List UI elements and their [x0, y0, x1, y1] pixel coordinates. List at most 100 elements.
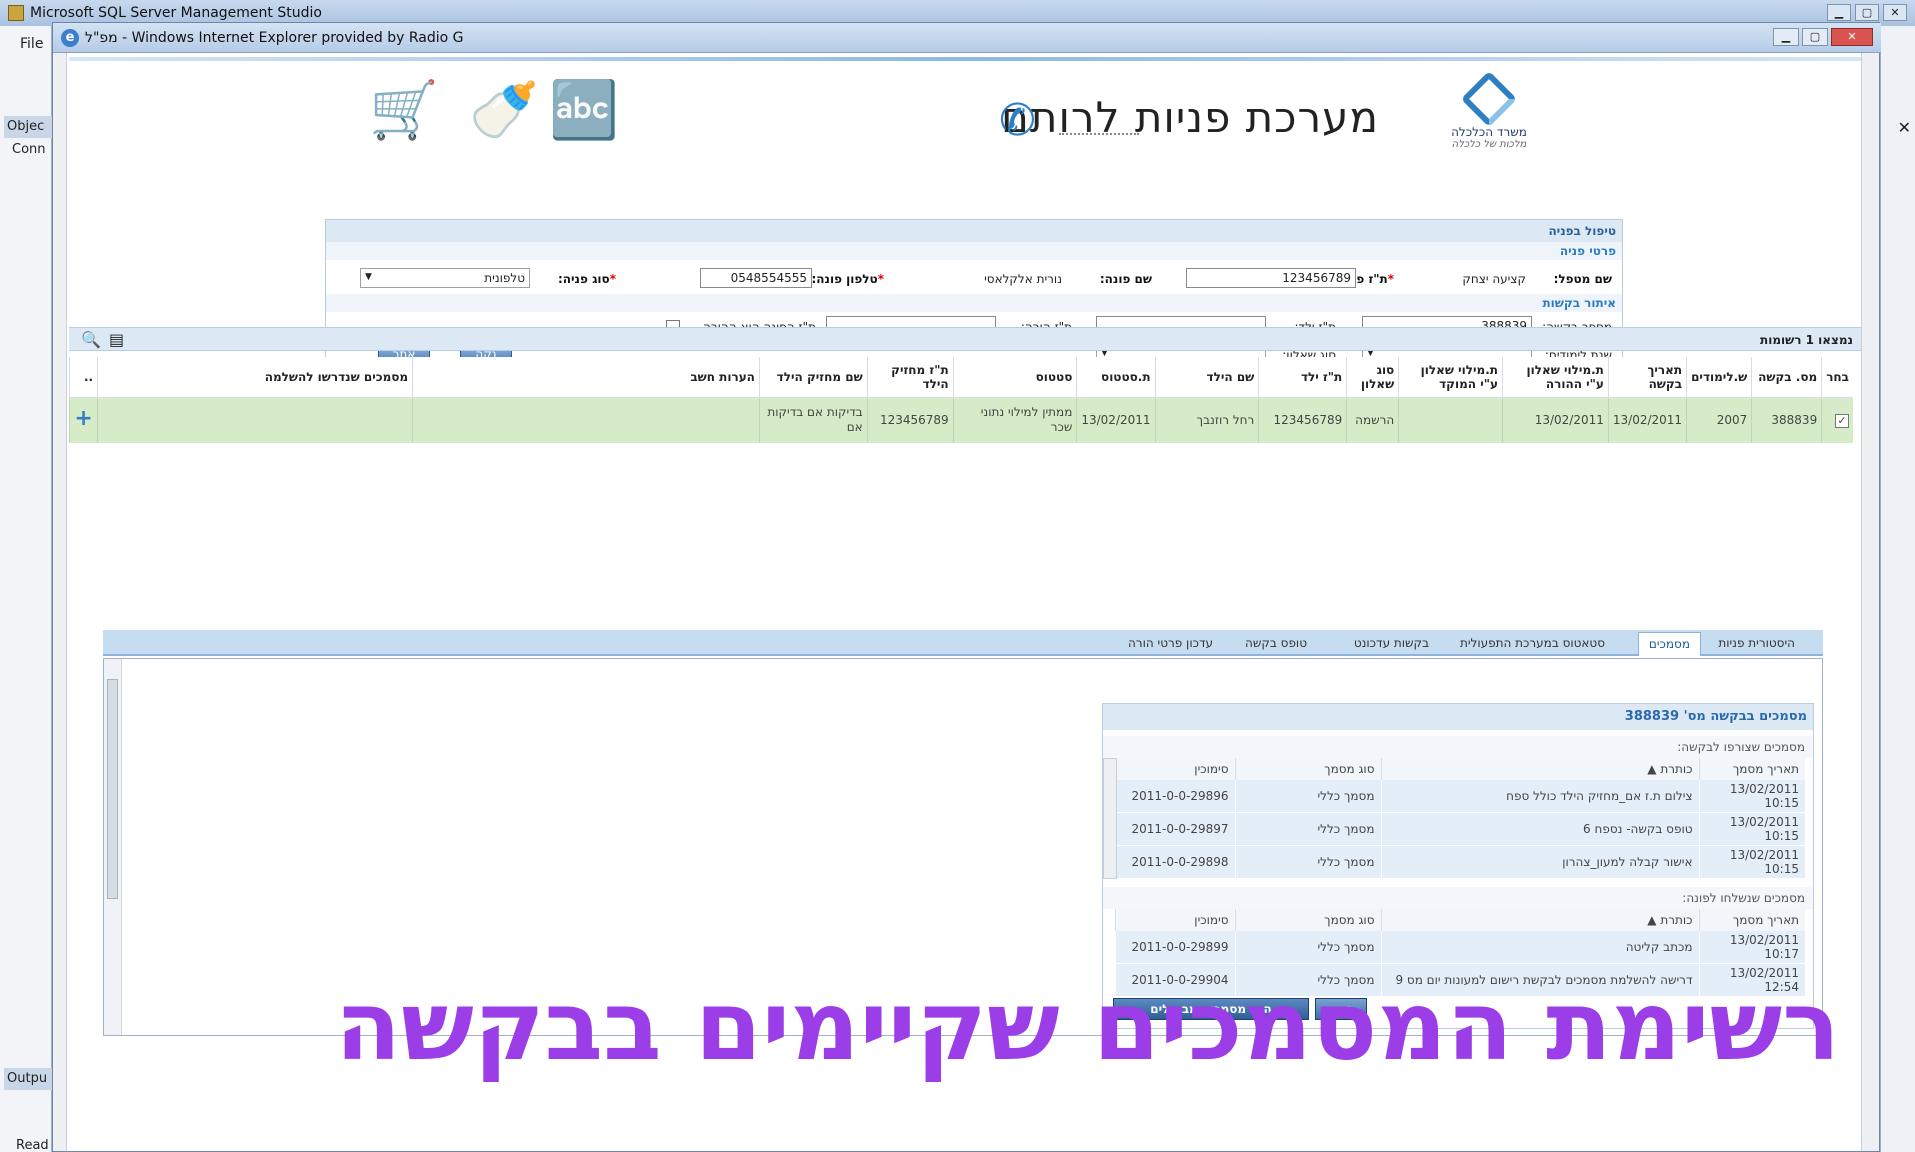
stroller-icon: 🛒: [369, 78, 439, 143]
cell-holder-id: 123456789: [866, 397, 954, 443]
request-type-select[interactable]: טלפונית ▼: [360, 268, 530, 288]
close-pane-icon[interactable]: ✕: [1898, 118, 1911, 137]
baby-bottle-icon: 🍼: [469, 78, 539, 143]
col-doc-ref[interactable]: סימוכין: [1115, 758, 1235, 780]
frame-scroll-thumb[interactable]: [107, 679, 118, 899]
results-count: נמצאו 1 רשומות: [1760, 333, 1853, 347]
doc-title: מכתב קליטה: [1380, 931, 1699, 964]
documents-title: מסמכים בבקשה מס' 388839: [1103, 704, 1813, 730]
table-row[interactable]: ✓ 388839 2007 13/02/2011 13/02/2011 הרשמ…: [68, 397, 1853, 443]
tab-history[interactable]: היסטורית פניות: [1708, 632, 1805, 656]
system-logo: מערכת פניות לרותם ✆: [999, 89, 1379, 149]
cell-child-id: 123456789: [1258, 397, 1347, 443]
col-status-date: ת.סטטוס: [1076, 357, 1156, 398]
col-accountant-notes: הערות חשב: [412, 357, 760, 398]
list-item[interactable]: 13/02/2011 10:17 מכתב קליטה מסמך כללי 20…: [1115, 931, 1805, 964]
export-icon[interactable]: ▤: [109, 330, 124, 349]
expand-plus-icon[interactable]: +: [74, 406, 92, 431]
phone-icon: ✆: [999, 95, 1036, 146]
abc-blocks-icon: 🔤: [549, 78, 619, 143]
ie-vertical-scrollbar[interactable]: [1861, 53, 1879, 1151]
close-icon[interactable]: ✕: [1831, 28, 1873, 46]
ministry-name: משרד הכלכלה: [1451, 125, 1527, 139]
col-school-year: ש.לימודים: [1686, 357, 1752, 398]
attached-docs-scrollbar[interactable]: [1103, 758, 1117, 879]
ie-left-scrollbar[interactable]: [53, 53, 67, 1151]
applicant-phone-input[interactable]: 0548554555: [700, 268, 812, 288]
applicant-id-input[interactable]: 123456789: [1186, 268, 1356, 288]
results-bar: נמצאו 1 רשומות ▤ 🔍: [69, 327, 1861, 351]
ssms-right-pane: ✕: [1880, 26, 1915, 1152]
cell-status: ממתין למילוי נתוני שכר: [952, 397, 1077, 443]
object-explorer-tab[interactable]: Objec: [4, 116, 52, 138]
ie-title: מפ"ל - Windows Internet Explorer provide…: [85, 30, 464, 46]
col-holder-id: ת"ז מחזיק הילד: [866, 357, 954, 398]
col-doc-ref[interactable]: סימוכין: [1115, 909, 1235, 931]
tab-documents[interactable]: מסמכים: [1637, 632, 1701, 656]
list-item[interactable]: 13/02/2011 10:15 צילום ת.ז אם_מחזיק הילד…: [1115, 780, 1805, 813]
col-questionnaire-type: סוג שאלון: [1346, 357, 1399, 398]
chevron-down-icon: ▼: [365, 272, 372, 282]
col-doc-type[interactable]: סוג מסמך: [1234, 758, 1381, 780]
cell-accountant-notes: [412, 397, 760, 443]
search-icon[interactable]: 🔍: [81, 330, 101, 349]
list-item[interactable]: 13/02/2011 10:15 אישור קבלה למעון_צהרון …: [1115, 845, 1805, 879]
ssms-app-icon: [8, 5, 24, 21]
cell-status-date: 13/02/2011: [1076, 397, 1156, 443]
ie-icon: e: [61, 29, 79, 47]
list-item[interactable]: 13/02/2011 10:15 טופס בקשה- נספח 6 מסמך …: [1115, 812, 1805, 846]
overlay-caption: רשימת המסמכים שקיימים בבקשה: [335, 970, 1840, 1082]
doc-type: מסמך כללי: [1234, 931, 1381, 964]
section-search-title: איתור בקשות: [326, 294, 1622, 312]
doc-date: 13/02/2011 10:15: [1698, 845, 1805, 879]
frame-scrollbar[interactable]: [104, 659, 122, 1035]
attached-docs-wrap: תאריך מסמך כותרת ▲ סוג מסמך סימוכין 13/0…: [1103, 758, 1813, 879]
doc-ref: 2011-0-0-29897: [1115, 812, 1235, 846]
doc-ref: 2011-0-0-29896: [1115, 780, 1235, 813]
row-select-cell: ✓: [1821, 397, 1853, 443]
tab-operational-status[interactable]: סטאטוס במערכת התפעולית: [1450, 632, 1615, 656]
col-doc-date[interactable]: תאריך מסמך: [1698, 758, 1805, 780]
col-child-name: שם הילד: [1154, 357, 1259, 398]
request-panel: טיפול בפניה פרטי פניה שם מטפל: קציעה יצח…: [325, 219, 1623, 375]
ministry-logo-icon: [1460, 70, 1518, 128]
handler-label: שם מטפל:: [1553, 272, 1612, 286]
connect-button[interactable]: Conn: [12, 142, 46, 157]
doc-title: אישור קבלה למעון_צהרון: [1380, 845, 1699, 879]
minimize-icon[interactable]: ▁: [1773, 28, 1799, 46]
maximize-icon[interactable]: ▢: [1802, 28, 1828, 46]
doc-ref: 2011-0-0-29898: [1115, 845, 1235, 879]
ssms-left-pane: File Objec Conn Outpu Read: [0, 26, 52, 1152]
output-tab[interactable]: Outpu: [4, 1068, 52, 1090]
sent-header-row: תאריך מסמך כותרת ▲ סוג מסמך סימוכין: [1115, 909, 1805, 931]
tab-update-parent[interactable]: עדכון פרטי הורה: [1118, 632, 1223, 656]
tab-update-requests[interactable]: בקשות עדכונט: [1344, 632, 1439, 656]
row-select-checkbox[interactable]: ✓: [1835, 413, 1849, 428]
col-doc-type[interactable]: סוג מסמך: [1234, 909, 1381, 931]
doc-type: מסמך כללי: [1234, 845, 1381, 879]
col-doc-title[interactable]: כותרת ▲: [1380, 909, 1699, 931]
col-center-fill-date: ת.מילוי שאלון ע"י המוקד: [1398, 357, 1503, 398]
cell-missing-docs: [97, 397, 413, 443]
cell-questionnaire-type: הרשמה: [1346, 397, 1399, 443]
cell-child-name: רחל רוזנבך: [1154, 397, 1259, 443]
handler-value: קציעה יצחק: [1462, 272, 1526, 286]
doc-title: טופס בקשה- נספח 6: [1380, 812, 1699, 846]
menu-file[interactable]: File: [20, 36, 43, 52]
attached-docs-title: מסמכים שצורפו לבקשה:: [1103, 736, 1813, 758]
cell-center-fill-date: [1398, 397, 1503, 443]
minimize-icon[interactable]: ▁: [1827, 4, 1851, 21]
col-doc-title[interactable]: כותרת ▲: [1380, 758, 1699, 780]
close-icon[interactable]: ✕: [1883, 4, 1907, 21]
doc-ref: 2011-0-0-29899: [1115, 931, 1235, 964]
applicant-phone-label: *טלפון פונה:: [811, 272, 885, 286]
col-missing-docs: מסמכים שנדרשו להשלמה: [97, 357, 413, 398]
col-doc-date[interactable]: תאריך מסמך: [1698, 909, 1805, 931]
tab-request-form[interactable]: טופס בקשה: [1235, 632, 1317, 656]
doc-date: 13/02/2011 10:15: [1698, 780, 1805, 813]
cell-parent-fill-date: 13/02/2011: [1502, 397, 1609, 443]
col-request-no: מס. בקשה: [1751, 357, 1822, 398]
ministry-logo: משרד הכלכלה מלכות של כלכלה: [1429, 70, 1549, 159]
ssms-status: Read: [16, 1138, 49, 1152]
maximize-icon[interactable]: ▢: [1855, 4, 1879, 21]
